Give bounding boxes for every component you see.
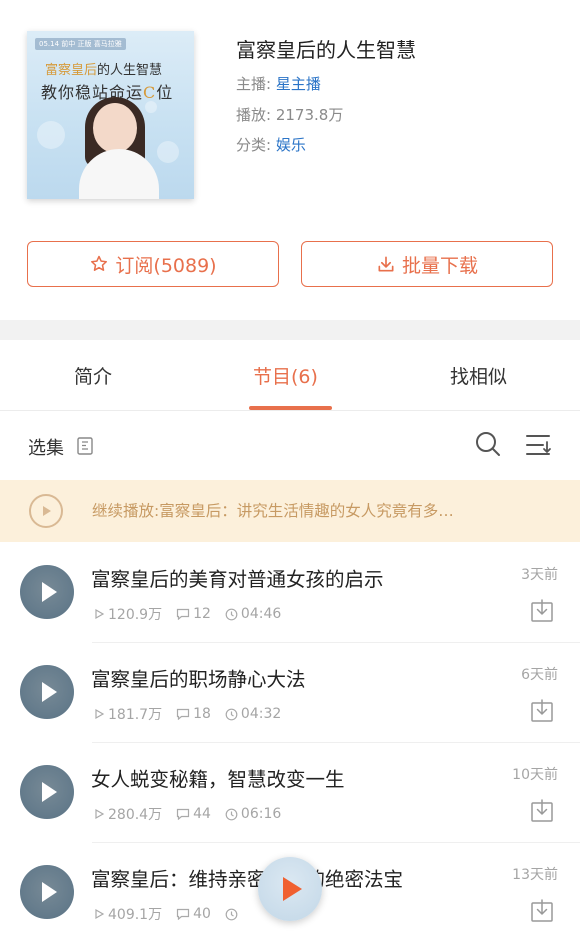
comment-icon (176, 808, 190, 820)
resume-text: 继续播放:富察皇后：讲究生活情趣的女人究竟有多… (92, 502, 454, 520)
cover-tag: 05.14 前中 正版 喜马拉雅 (35, 38, 126, 50)
section-divider (0, 320, 580, 340)
comment-icon (176, 608, 190, 620)
comment-icon (176, 908, 190, 920)
episode-download-icon[interactable] (530, 799, 554, 827)
play-count: 120.9万 (93, 604, 162, 624)
comment-count: 12 (176, 606, 211, 622)
episode-thumbnail[interactable] (20, 665, 74, 719)
duration: 06:16 (225, 806, 281, 822)
episode-toolbar: 选集 (0, 410, 580, 480)
episode-thumbnail[interactable] (20, 765, 74, 819)
category-link[interactable]: 娱乐 (276, 136, 306, 154)
episode-stats: 181.7万 18 04:32 (93, 704, 295, 724)
clock-icon (225, 608, 238, 620)
episode-download-icon[interactable] (530, 699, 554, 727)
host-link[interactable]: 星主播 (276, 75, 321, 93)
comment-count: 18 (176, 706, 211, 722)
episode-stats: 120.9万 12 04:46 (93, 604, 295, 624)
play-icon (42, 782, 57, 802)
episode-title[interactable]: 富察皇后的职场静心大法 (91, 663, 306, 692)
play-icon (42, 582, 57, 602)
episode-thumbnail[interactable] (20, 865, 74, 919)
episode-date: 6天前 (521, 667, 558, 683)
play-count: 280.4万 (93, 804, 162, 824)
album-title: 富察皇后的人生智慧 (236, 38, 416, 62)
sort-icon[interactable] (525, 432, 553, 462)
play-icon (283, 877, 302, 901)
episode-row[interactable]: 女人蜕变秘籍，智慧改变一生 280.4万 44 06:16 10天前 (0, 743, 580, 843)
resume-playback-bar[interactable]: 继续播放:富察皇后：讲究生活情趣的女人究竟有多… (0, 480, 580, 542)
tab-intro[interactable]: 简介 (74, 362, 112, 389)
episode-download-icon[interactable] (530, 599, 554, 627)
clock-icon (225, 808, 238, 820)
episode-date: 10天前 (512, 767, 558, 783)
play-icon (42, 882, 57, 902)
resume-play-icon[interactable] (29, 494, 63, 528)
play-count: 181.7万 (93, 704, 162, 724)
play-count-icon (95, 708, 105, 720)
batch-download-label: 批量下载 (401, 254, 478, 277)
tab-episodes[interactable]: 节目(6) (253, 362, 318, 389)
episode-thumbnail[interactable] (20, 565, 74, 619)
episode-range-icon[interactable] (77, 437, 93, 459)
search-icon[interactable] (474, 430, 502, 462)
category-row: 分类: 娱乐 (236, 136, 306, 154)
album-cover[interactable]: 05.14 前中 正版 喜马拉雅 富察皇后的人生智慧 教你稳站命运C位 (27, 31, 194, 199)
download-icon (376, 254, 396, 274)
tab-similar[interactable]: 找相似 (450, 362, 507, 389)
subscribe-button[interactable]: 订阅(5089) (27, 241, 279, 287)
episode-row[interactable]: 富察皇后的美育对普通女孩的启示 120.9万 12 04:46 3天前 (0, 543, 580, 643)
comment-icon (176, 708, 190, 720)
episode-row[interactable]: 富察皇后的职场静心大法 181.7万 18 04:32 6天前 (0, 643, 580, 743)
subscribe-label: 订阅(5089) (115, 254, 217, 277)
episode-title[interactable]: 富察皇后的美育对普通女孩的启示 (91, 563, 384, 592)
duration (225, 908, 241, 921)
episode-title[interactable]: 女人蜕变秘籍，智慧改变一生 (91, 763, 345, 792)
episode-title[interactable]: 富察皇后：维持亲密关系的绝密法宝 (91, 863, 403, 892)
comment-count: 40 (176, 906, 211, 922)
album-header: 05.14 前中 正版 喜马拉雅 富察皇后的人生智慧 教你稳站命运C位 富察皇后… (0, 0, 580, 320)
duration: 04:46 (225, 606, 281, 622)
episode-date: 3天前 (521, 567, 558, 583)
plays-row: 播放: 2173.8万 (236, 106, 344, 124)
episode-date: 13天前 (512, 867, 558, 883)
clock-icon (225, 708, 238, 720)
batch-download-button[interactable]: 批量下载 (301, 241, 553, 287)
cover-title-line1: 富察皇后的人生智慧 (45, 63, 163, 78)
episode-stats: 409.1万 40 (93, 904, 255, 924)
play-icon (42, 682, 57, 702)
play-count-icon (95, 908, 105, 920)
play-count: 409.1万 (93, 904, 162, 924)
tab-bar: 简介 节目(6) 找相似 (0, 340, 580, 411)
play-count-icon (95, 608, 105, 620)
floating-player-button[interactable] (258, 857, 322, 921)
cover-portrait-face (93, 103, 137, 153)
play-count-icon (95, 808, 105, 820)
episode-download-icon[interactable] (530, 899, 554, 927)
duration: 04:32 (225, 706, 281, 722)
comment-count: 44 (176, 806, 211, 822)
clock-icon (225, 908, 238, 920)
select-episodes-button[interactable]: 选集 (28, 434, 64, 460)
star-icon (89, 254, 109, 274)
episode-stats: 280.4万 44 06:16 (93, 804, 295, 824)
host-row: 主播: 星主播 (236, 75, 321, 93)
